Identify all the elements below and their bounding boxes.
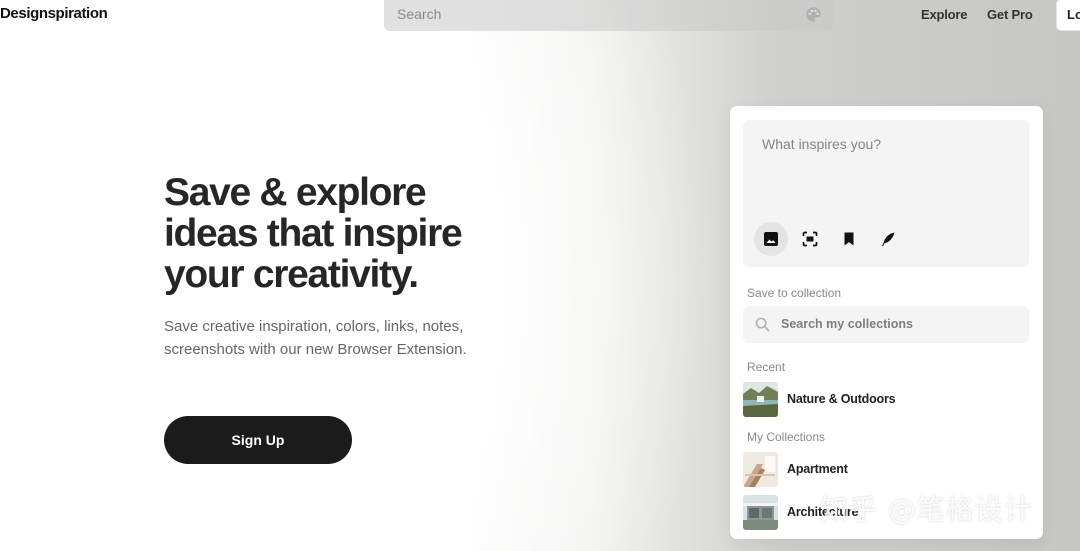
collection-name: Nature & Outdoors [787,392,896,406]
composer-placeholder: What inspires you? [762,136,882,152]
site-logo[interactable]: Designspiration [0,5,108,22]
collection-search-input[interactable]: Search my collections [743,306,1029,343]
recent-label: Recent [747,360,786,374]
hero-title: Save & explore ideas that inspire your c… [164,172,524,295]
feather-icon [882,232,895,247]
my-collections-label: My Collections [747,430,826,444]
image-tool-button[interactable] [754,222,788,256]
hero-subtitle: Save creative inspiration, colors, links… [164,315,504,361]
hero-title-line: Save & explore [164,171,427,214]
hero-subtitle-line: screenshots with our new Browser Extensi… [164,341,467,358]
nav-get-pro[interactable]: Get Pro [987,7,1033,22]
collection-thumbnail [743,495,778,530]
screenshot-tool-button[interactable] [793,222,827,256]
sign-up-button[interactable]: Sign Up [164,416,352,464]
collection-item-nature-outdoors[interactable]: Nature & Outdoors [743,382,1029,417]
search-icon [755,317,770,332]
collection-name: Apartment [787,462,848,476]
search-placeholder: Search [397,6,442,22]
save-to-collection-label: Save to collection [747,286,842,300]
hero-title-line: ideas that inspire [164,212,463,255]
inspiration-composer[interactable]: What inspires you? [743,120,1029,267]
collection-thumbnail [743,382,778,417]
image-icon [764,232,778,246]
collection-item-apartment[interactable]: Apartment [743,452,1029,487]
hero-title-line: your creativity. [164,253,419,296]
palette-icon[interactable] [805,6,822,23]
bookmark-tool-button[interactable] [832,222,866,256]
search-bar[interactable]: Search [384,0,833,31]
screenshot-icon [802,231,818,247]
collection-thumbnail [743,452,778,487]
bookmark-icon [844,232,854,246]
watermark: 知乎 @笔格设计 [820,493,1033,526]
hero-subtitle-line: Save creative inspiration, colors, links… [164,318,464,335]
extension-card: What inspires you? Save to collection Se… [730,106,1043,539]
collection-search-placeholder: Search my collections [781,317,914,331]
login-button[interactable]: Lo [1057,0,1080,30]
nav-explore[interactable]: Explore [921,7,967,22]
note-tool-button[interactable] [871,222,905,256]
